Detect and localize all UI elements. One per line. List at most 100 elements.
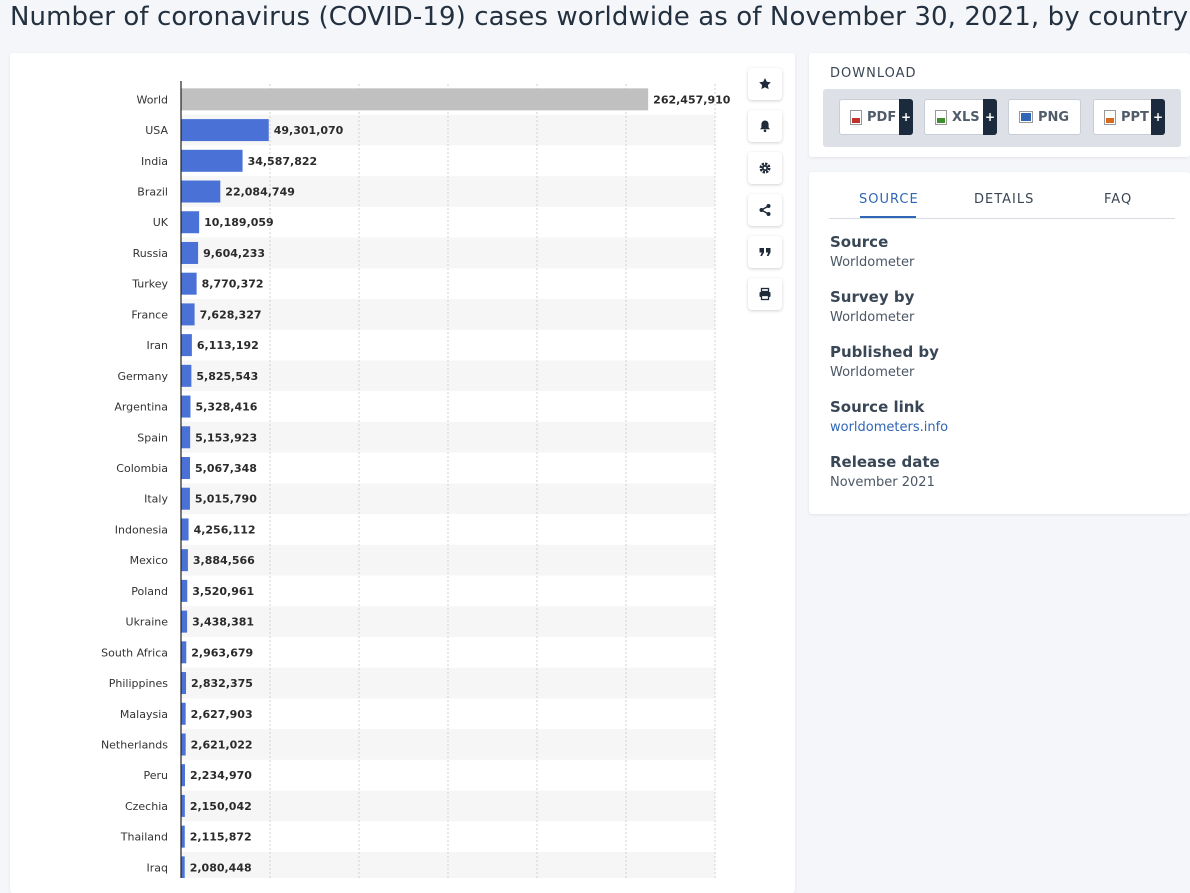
pdf-file-icon bbox=[850, 109, 862, 125]
survey-value: Worldometer bbox=[830, 310, 915, 325]
plus-icon[interactable]: + bbox=[1151, 99, 1165, 135]
value-label: 5,153,923 bbox=[195, 431, 257, 444]
category-label: South Africa bbox=[101, 646, 168, 659]
citation-icon bbox=[759, 248, 771, 256]
notification-button[interactable] bbox=[748, 110, 782, 142]
bar-philippines bbox=[181, 672, 187, 695]
tab-faq[interactable]: FAQ bbox=[1104, 192, 1132, 207]
category-label: UK bbox=[153, 216, 169, 229]
category-label: Argentina bbox=[114, 401, 168, 414]
bar-turkey bbox=[181, 272, 197, 295]
value-label: 5,015,790 bbox=[195, 493, 257, 506]
source-field: Source Worldometer bbox=[830, 233, 914, 270]
value-label: 2,963,679 bbox=[191, 646, 253, 659]
source-label: Source bbox=[830, 233, 889, 251]
print-button[interactable] bbox=[748, 278, 782, 310]
download-pdf-label: PDF bbox=[867, 109, 897, 125]
value-label: 5,328,416 bbox=[195, 401, 257, 414]
value-label: 2,150,042 bbox=[190, 800, 252, 813]
bar-spain bbox=[181, 426, 191, 449]
category-label: Peru bbox=[143, 769, 168, 782]
value-label: 2,832,375 bbox=[191, 677, 253, 690]
value-label: 3,438,381 bbox=[192, 616, 254, 629]
download-ppt-button[interactable]: PPT + bbox=[1093, 99, 1165, 135]
download-png-label: PNG bbox=[1038, 109, 1070, 125]
source-value: Worldometer bbox=[830, 255, 915, 270]
source-link-field: Source link worldometers.info bbox=[830, 398, 948, 435]
category-label: Malaysia bbox=[120, 708, 168, 721]
bar-ukraine bbox=[181, 610, 188, 633]
category-label: Brazil bbox=[137, 186, 168, 199]
download-xls-label: XLS bbox=[952, 109, 980, 125]
plus-icon[interactable]: + bbox=[899, 99, 913, 135]
bar-poland bbox=[181, 579, 188, 602]
value-label: 3,884,566 bbox=[193, 554, 255, 567]
bar-chart: World 262,457,910 USA 49,301,070 India 34,587… bbox=[101, 81, 731, 878]
release-date-field: Release date November 2021 bbox=[830, 453, 940, 490]
citation-button[interactable] bbox=[748, 236, 782, 268]
bar-germany bbox=[181, 364, 192, 387]
bar-colombia bbox=[181, 457, 191, 479]
bar-south-africa bbox=[181, 641, 187, 664]
chart-card: World 262,457,910 USA 49,301,070 India 34,587… bbox=[10, 53, 795, 893]
bar-argentina bbox=[181, 395, 191, 418]
bar-world bbox=[181, 88, 649, 111]
favorite-button[interactable] bbox=[748, 68, 782, 100]
notification-icon bbox=[760, 120, 770, 133]
category-label: Czechia bbox=[125, 800, 168, 813]
category-label: Thailand bbox=[120, 831, 168, 844]
value-label: 6,113,192 bbox=[197, 339, 259, 352]
category-label: Colombia bbox=[116, 462, 168, 475]
value-label: 2,115,872 bbox=[190, 831, 252, 844]
bar-netherlands bbox=[181, 733, 186, 756]
published-value: Worldometer bbox=[830, 365, 915, 380]
value-label: 3,520,961 bbox=[192, 585, 254, 598]
value-label: 10,189,059 bbox=[204, 216, 274, 229]
bar-iran bbox=[181, 334, 192, 357]
category-label: Italy bbox=[144, 493, 168, 506]
download-button-bar: PDF + XLS + PNG PPT + bbox=[823, 89, 1181, 147]
download-ppt-label: PPT bbox=[1121, 109, 1149, 125]
chart-toolbar bbox=[748, 68, 782, 320]
print-icon bbox=[759, 287, 771, 301]
download-pdf-button[interactable]: PDF + bbox=[839, 99, 913, 135]
bar-malaysia bbox=[181, 702, 186, 725]
category-label: Spain bbox=[137, 431, 168, 444]
category-label: Russia bbox=[133, 247, 168, 260]
published-label: Published by bbox=[830, 343, 939, 361]
settings-icon bbox=[759, 162, 771, 174]
category-label: Poland bbox=[131, 585, 168, 598]
value-label: 49,301,070 bbox=[274, 124, 344, 137]
download-png-button[interactable]: PNG bbox=[1008, 99, 1081, 135]
source-info-panel: SOURCE DETAILS FAQ Source Worldometer Su… bbox=[809, 172, 1190, 514]
info-tabs: SOURCE DETAILS FAQ bbox=[829, 190, 1175, 219]
category-label: Indonesia bbox=[115, 523, 168, 536]
page-title: Number of coronavirus (COVID-19) cases w… bbox=[10, 2, 1189, 32]
category-label: France bbox=[131, 308, 168, 321]
png-image-icon bbox=[1019, 111, 1033, 123]
category-label: Turkey bbox=[131, 278, 168, 291]
tab-source[interactable]: SOURCE bbox=[859, 192, 919, 207]
bar-mexico bbox=[181, 549, 188, 572]
download-xls-button[interactable]: XLS + bbox=[924, 99, 997, 135]
category-label: Netherlands bbox=[101, 738, 168, 751]
bar-italy bbox=[181, 487, 190, 510]
value-label: 8,770,372 bbox=[202, 278, 264, 291]
category-label: Germany bbox=[117, 370, 168, 383]
share-button[interactable] bbox=[748, 194, 782, 226]
value-label: 34,587,822 bbox=[248, 155, 318, 168]
tab-details[interactable]: DETAILS bbox=[974, 192, 1034, 207]
bar-usa bbox=[181, 119, 269, 142]
active-tab-indicator bbox=[860, 216, 916, 218]
value-label: 5,067,348 bbox=[195, 462, 257, 475]
category-label: Philippines bbox=[109, 677, 169, 690]
value-label: 4,256,112 bbox=[194, 523, 256, 536]
published-field: Published by Worldometer bbox=[830, 343, 939, 380]
xls-file-icon bbox=[935, 109, 947, 125]
category-label: Iran bbox=[147, 339, 169, 352]
settings-button[interactable] bbox=[748, 152, 782, 184]
plus-icon[interactable]: + bbox=[983, 99, 997, 135]
source-link[interactable]: worldometers.info bbox=[830, 420, 948, 435]
source-link-label: Source link bbox=[830, 398, 925, 416]
category-label: Ukraine bbox=[126, 616, 169, 629]
